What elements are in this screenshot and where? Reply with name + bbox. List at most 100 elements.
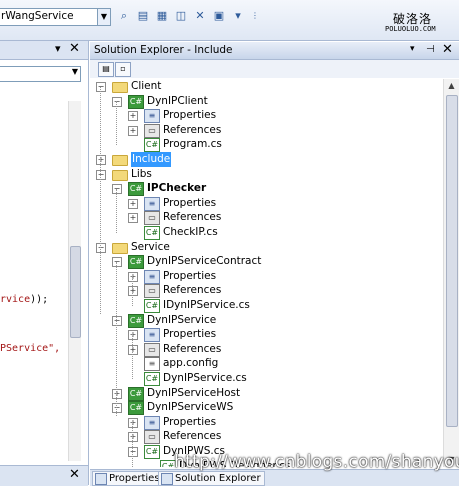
tree-item-label: References xyxy=(163,284,222,297)
tree-item-label: Properties xyxy=(163,196,217,209)
expand-icon[interactable]: + xyxy=(112,388,122,399)
tree-item-label: IDynIPService.cs xyxy=(163,299,250,311)
main-toolbar: rWangService ▼ ⌕ ▤ ▦ ◫ ✕ ▣ ▾ ⋮ 破洛洛 POLUO… xyxy=(0,0,459,41)
editor-header: ▾ ✕ xyxy=(0,41,88,60)
object-browser-icon[interactable]: ◫ xyxy=(173,8,189,24)
solution-configuration-combo[interactable]: rWangService ▼ xyxy=(0,8,111,26)
collapse-icon[interactable]: − xyxy=(112,315,122,326)
expand-icon[interactable]: + xyxy=(128,330,138,341)
start-page-icon[interactable]: ▣ xyxy=(211,8,227,24)
code-line: rvice)); xyxy=(0,294,48,305)
solution-icon xyxy=(161,473,173,485)
tree-connector-line xyxy=(116,101,117,145)
project-icon: C# xyxy=(128,401,144,416)
tree-connector-line xyxy=(132,422,133,467)
properties-icon: ≡ xyxy=(144,269,160,284)
toolbox-icon[interactable]: ✕ xyxy=(192,8,208,24)
collapse-icon[interactable]: − xyxy=(112,257,122,268)
find-in-files-icon[interactable]: ⌕ xyxy=(116,8,132,24)
tree-item-label: Properties xyxy=(163,269,217,282)
properties-icon[interactable]: ▤ xyxy=(98,62,114,77)
collapse-icon[interactable]: − xyxy=(112,184,122,195)
tree-item-label: Properties xyxy=(163,415,217,428)
close-icon[interactable]: ✕ xyxy=(69,467,80,482)
project-icon: C# xyxy=(128,313,144,328)
tab-solution-explorer[interactable]: Solution Explorer xyxy=(158,471,265,486)
expand-icon[interactable]: + xyxy=(96,155,106,165)
code-editor-pane: ▾ ✕ ▼ rvice)); PService", ✕ xyxy=(0,41,89,486)
tree-item-label: DynIPServiceWS xyxy=(147,401,234,414)
tree-item-label: References xyxy=(163,211,222,224)
tab-properties[interactable]: Properties xyxy=(92,471,164,486)
collapse-icon[interactable]: − xyxy=(112,403,122,414)
collapse-icon[interactable]: − xyxy=(96,242,106,253)
member-combo[interactable]: ▼ xyxy=(0,66,81,82)
references-icon: ▭ xyxy=(144,284,160,299)
tree-item-label: Properties xyxy=(163,109,217,122)
folder-icon xyxy=(112,155,128,166)
cs-file-icon: C# xyxy=(144,138,160,153)
expand-icon[interactable]: + xyxy=(128,286,138,297)
editor-scroll-thumb[interactable] xyxy=(70,246,81,338)
references-icon: ▭ xyxy=(144,430,160,445)
tree-item-label: app.config xyxy=(163,357,219,370)
editor-scrollbar[interactable] xyxy=(68,101,81,461)
expand-icon[interactable]: + xyxy=(128,271,138,282)
tree-item-label: Client xyxy=(131,80,162,92)
tree-item-label: DynIPServiceHost xyxy=(147,386,241,399)
expand-icon[interactable]: + xyxy=(128,198,138,209)
toolbar-overflow-icon[interactable]: ⋮ xyxy=(251,8,259,24)
tree-item-label: Service xyxy=(131,240,170,253)
tree-connector-line xyxy=(116,262,117,416)
properties-icon: ≡ xyxy=(144,196,160,211)
properties-window-icon[interactable]: ▦ xyxy=(154,8,170,24)
pin-icon[interactable]: ⊣ xyxy=(426,44,435,55)
expand-icon[interactable]: + xyxy=(128,125,138,136)
expand-icon[interactable]: + xyxy=(128,417,138,428)
close-icon[interactable]: ✕ xyxy=(69,41,80,56)
watermark-url: http://www.cnblogs.com/shanyou xyxy=(174,452,459,472)
properties-icon: ≡ xyxy=(144,415,160,430)
window-position-icon[interactable]: ▾ xyxy=(410,44,415,54)
tree-item-label: DynIPService xyxy=(147,313,217,326)
tree-item-label: Include xyxy=(131,152,172,167)
expand-icon[interactable]: + xyxy=(128,432,138,443)
close-icon[interactable]: ✕ xyxy=(442,42,453,57)
tree-connector-line xyxy=(132,334,133,379)
tree-scrollbar[interactable]: ▲ ▼ xyxy=(443,79,459,467)
collapse-icon[interactable]: − xyxy=(96,169,106,180)
solution-explorer-titlebar: Solution Explorer - Include ▾ ⊣ ✕ xyxy=(90,42,459,60)
tab-label: Properties xyxy=(109,473,160,484)
panel-title: Solution Explorer - Include xyxy=(94,44,233,56)
tree-item-label: DynIPServiceContract xyxy=(147,255,262,268)
solution-explorer-icon[interactable]: ▤ xyxy=(135,8,151,24)
dropdown-icon[interactable]: ▾ xyxy=(55,42,61,55)
expand-icon[interactable]: + xyxy=(128,111,138,122)
properties-icon: ≡ xyxy=(144,328,160,343)
cs-file-icon: C# xyxy=(144,372,160,386)
more-icon[interactable]: ▾ xyxy=(230,8,246,24)
scroll-up-icon[interactable]: ▲ xyxy=(444,79,459,93)
properties-icon xyxy=(95,473,107,485)
references-icon: ▭ xyxy=(144,123,160,138)
references-icon: ▭ xyxy=(144,342,160,357)
project-icon: C# xyxy=(128,255,144,270)
solution-explorer-toolbar: ▤ ▫ xyxy=(90,60,459,78)
collapse-icon[interactable]: − xyxy=(112,96,122,107)
expand-icon[interactable]: + xyxy=(128,344,138,355)
show-all-files-icon[interactable]: ▫ xyxy=(115,62,131,77)
expand-icon[interactable]: + xyxy=(128,213,138,224)
folder-icon xyxy=(112,169,128,181)
tree-item-label: References xyxy=(163,123,222,136)
chevron-down-icon[interactable]: ▼ xyxy=(97,9,110,25)
tree-item-label: DynIPService.cs xyxy=(163,372,247,384)
tree-item-label: References xyxy=(163,342,222,355)
collapse-icon[interactable]: − xyxy=(128,447,138,457)
tree-scroll-thumb[interactable] xyxy=(446,95,458,427)
tab-label: Solution Explorer xyxy=(175,473,261,484)
tree-item-label: CheckIP.cs xyxy=(163,226,218,238)
tree-item-label: Program.cs xyxy=(163,138,222,151)
collapse-icon[interactable]: − xyxy=(96,82,106,92)
chevron-down-icon[interactable]: ▼ xyxy=(72,67,78,76)
tree-connector-line xyxy=(132,276,133,306)
